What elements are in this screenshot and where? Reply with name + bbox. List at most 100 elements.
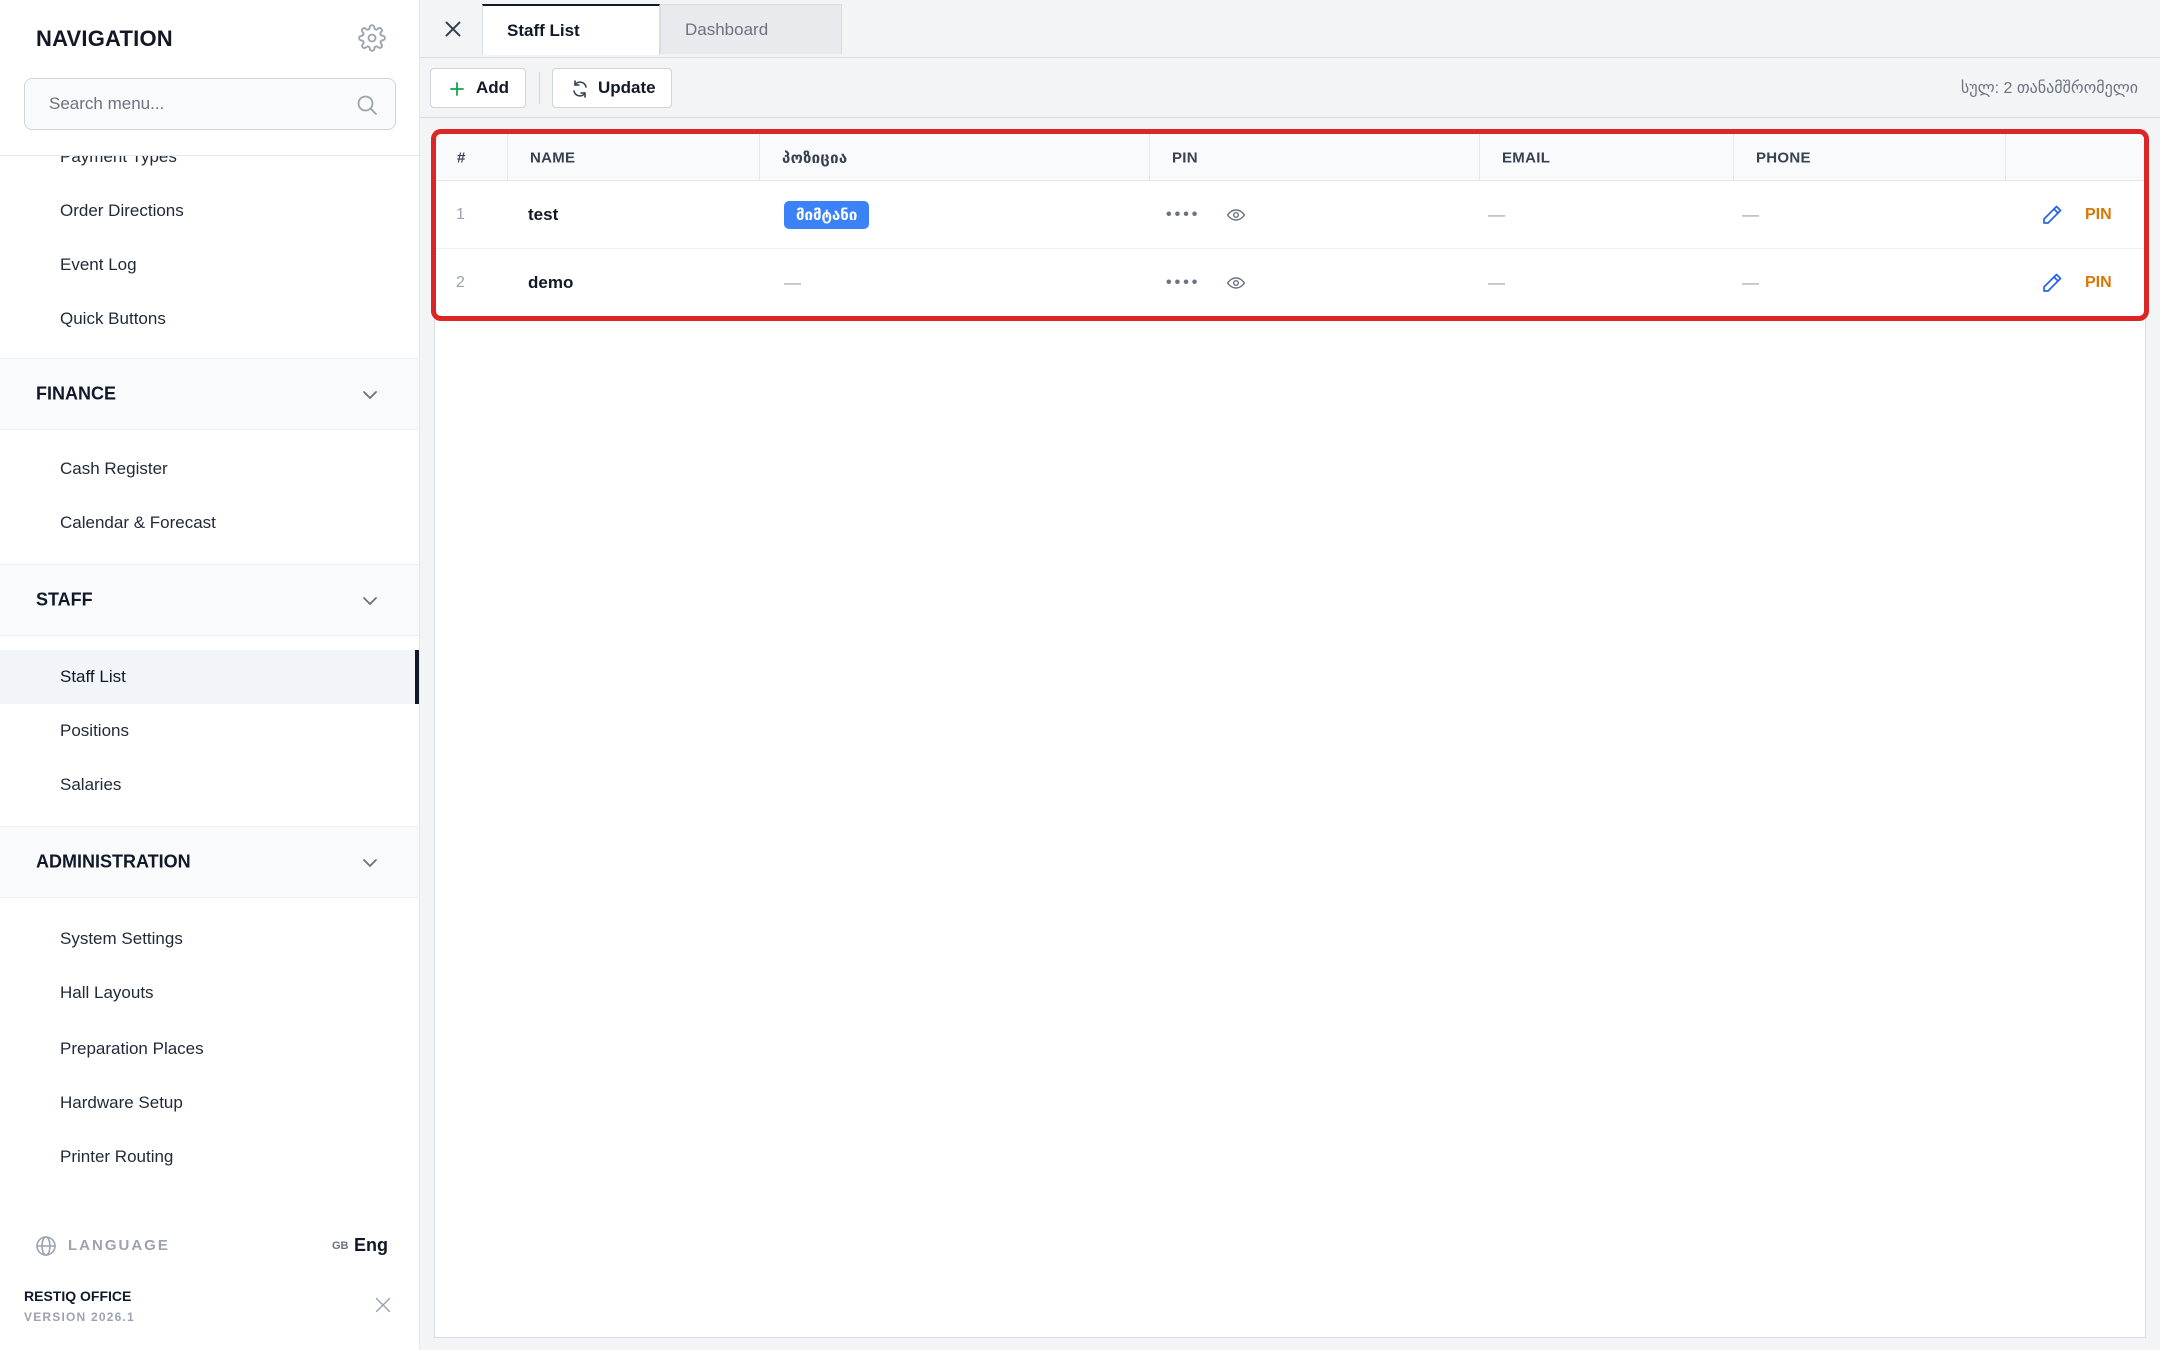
tab-label: Staff List [507,20,580,40]
pencil-icon[interactable] [2040,271,2064,295]
sidebar-item-salaries[interactable]: Salaries [0,758,419,812]
staff-name: test [528,204,559,224]
sidebar-item-label: Preparation Places [60,1039,204,1058]
staff-name: demo [528,273,574,292]
sidebar-item-label: Salaries [60,775,122,794]
search-input[interactable] [25,79,395,129]
sidebar-item-hall-layouts[interactable]: Hall Layouts [0,966,419,1020]
eye-icon[interactable] [1226,205,1246,225]
nav-menu[interactable]: Payment Types Order Directions Event Log… [0,156,419,1202]
sidebar-group-administration[interactable]: ADMINISTRATION [0,826,419,898]
refresh-icon [573,80,587,98]
chevron-down-icon [363,859,377,867]
search-box [24,78,396,130]
table-header: # NAME პოზიცია PIN EMAIL PHONE [436,134,2144,181]
table-row[interactable]: 2 demo — •••• — — PIN [436,249,2144,316]
language-label: LANGUAGE [68,1237,170,1254]
sidebar-item-positions[interactable]: Positions [0,704,419,758]
sidebar-item-staff-list[interactable]: Staff List [0,650,419,704]
sidebar-item-label: Payment Types [60,156,177,166]
column-header-email[interactable]: EMAIL [1480,134,1734,181]
language-selector[interactable]: Eng [354,1235,388,1256]
update-button-label: Update [598,78,656,97]
sidebar-item-label: Hall Layouts [60,983,154,1002]
plus-icon [450,82,464,96]
sidebar-item-label: Calendar & Forecast [60,513,216,532]
column-header-label: პოზიცია [782,149,848,167]
sidebar-item-payment-types[interactable]: Payment Types [0,156,419,184]
column-header-label: EMAIL [1502,149,1551,166]
column-header-phone[interactable]: PHONE [1734,134,2006,181]
sidebar-item-preparation-places[interactable]: Preparation Places [0,1022,419,1076]
version-label: VERSION 2026.1 [24,1310,135,1324]
sidebar: NAVIGATION Payment Types Order Direction… [0,0,420,1350]
search-icon[interactable] [355,93,379,117]
total-count: სულ: 2 თანამშრომელი [1960,80,2138,97]
sidebar-group-label: FINANCE [36,383,116,404]
column-header-pin[interactable]: PIN [1150,134,1480,181]
pin-button[interactable]: PIN [2085,274,2112,292]
brand-name: RESTIQ OFFICE [24,1288,132,1304]
column-header-label: PIN [1172,149,1198,166]
language-flag: GB [332,1240,349,1252]
pin-masked: •••• [1166,205,1201,223]
add-button-label: Add [476,78,510,97]
staff-position: — [784,273,801,292]
table-row[interactable]: 1 test მიმტანი •••• — — PIN [436,181,2144,249]
sidebar-item-label: Printer Routing [60,1147,174,1166]
sidebar-item-label: Quick Buttons [60,309,166,328]
sidebar-item-quick-buttons[interactable]: Quick Buttons [0,292,419,346]
staff-table: # NAME პოზიცია PIN EMAIL PHONE 1 test მი… [431,129,2149,321]
staff-email: — [1488,204,1505,224]
pencil-icon[interactable] [2040,203,2064,227]
position-badge: მიმტანი [784,200,870,229]
column-header-position[interactable]: პოზიცია [760,134,1150,181]
staff-phone: — [1742,204,1759,224]
staff-phone: — [1742,273,1759,292]
sidebar-item-cash-register[interactable]: Cash Register [0,442,419,496]
tab-label: Dashboard [685,19,769,39]
row-number: 1 [456,205,465,223]
eye-icon[interactable] [1226,273,1246,293]
add-button[interactable]: Add [430,68,526,108]
column-header-label: NAME [530,149,576,166]
sidebar-item-order-directions[interactable]: Order Directions [0,184,419,238]
close-icon[interactable] [440,16,466,42]
sidebar-item-system-settings[interactable]: System Settings [0,912,419,966]
sidebar-item-label: Cash Register [60,459,168,478]
sidebar-item-calendar-forecast[interactable]: Calendar & Forecast [0,496,419,550]
row-number: 2 [456,274,465,291]
sidebar-item-event-log[interactable]: Event Log [0,238,419,292]
tab-dashboard[interactable]: Dashboard [660,4,842,54]
sidebar-group-label: STAFF [36,589,93,610]
sidebar-item-hardware-setup[interactable]: Hardware Setup [0,1076,419,1130]
sidebar-item-label: System Settings [60,929,183,948]
column-header-label: PHONE [1756,149,1811,166]
gear-icon[interactable] [358,24,386,52]
tab-bar: Staff List Dashboard [420,0,2160,58]
column-header-label: # [457,149,466,166]
sidebar-item-label: Order Directions [60,201,184,220]
pin-button[interactable]: PIN [2085,206,2112,224]
sidebar-group-finance[interactable]: FINANCE [0,358,419,430]
nav-title: NAVIGATION [36,26,173,51]
toolbar: Add Update სულ: 2 თანამშრომელი [420,58,2160,118]
staff-email: — [1488,273,1505,292]
language-row: LANGUAGE GB Eng [0,1216,419,1276]
column-header-number[interactable]: # [436,134,508,181]
pin-masked: •••• [1166,274,1201,291]
sidebar-group-label: ADMINISTRATION [36,851,191,872]
close-icon[interactable] [372,1294,394,1316]
main-area: Staff List Dashboard Add Update სულ: 2 თ… [420,0,2160,1350]
update-button[interactable]: Update [552,68,672,108]
toolbar-separator [539,72,540,104]
sidebar-item-label: Event Log [60,255,137,274]
column-header-name[interactable]: NAME [508,134,760,181]
content-panel: # NAME პოზიცია PIN EMAIL PHONE 1 test მი… [431,129,2149,1338]
tab-staff-list[interactable]: Staff List [482,4,660,55]
sidebar-group-staff[interactable]: STAFF [0,564,419,636]
sidebar-item-printer-routing[interactable]: Printer Routing [0,1130,419,1184]
chevron-down-icon [363,597,377,605]
sidebar-item-label: Positions [60,721,129,740]
chevron-down-icon [363,391,377,399]
